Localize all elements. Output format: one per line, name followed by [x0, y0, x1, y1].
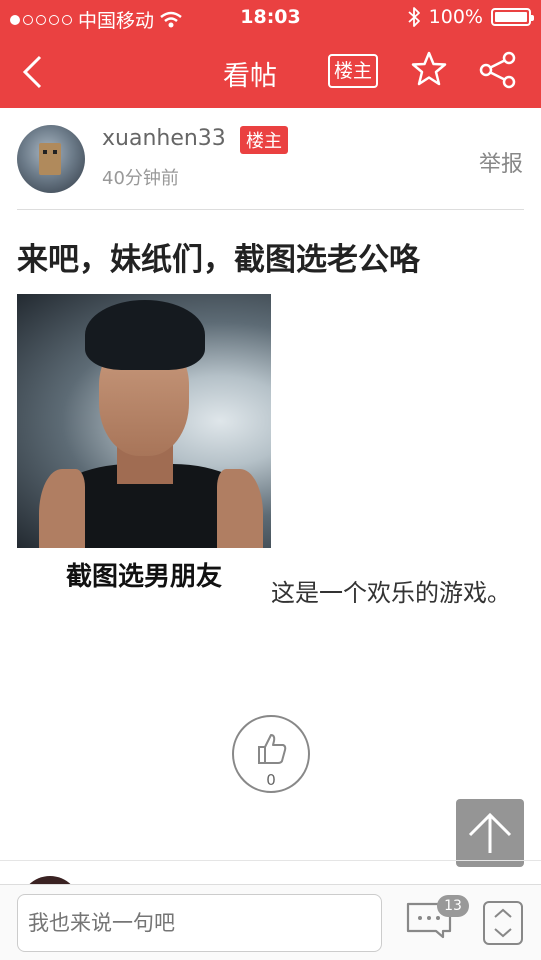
- arrow-up-icon: [468, 812, 512, 853]
- up-down-icon: [494, 908, 512, 938]
- louzhu-filter-button[interactable]: 楼主: [328, 54, 378, 88]
- battery-icon: [491, 8, 534, 26]
- louzhu-badge: 楼主: [240, 126, 288, 154]
- divider: [0, 860, 541, 861]
- status-right: 100%: [407, 6, 534, 28]
- share-icon[interactable]: [478, 50, 518, 90]
- author-username[interactable]: xuanhen33: [102, 126, 226, 151]
- thumbs-up-icon: [258, 734, 287, 764]
- page-nav-button[interactable]: [483, 901, 523, 945]
- author-row: xuanhen33 楼主 40分钟前 举报: [0, 108, 541, 210]
- comment-input[interactable]: [17, 894, 382, 952]
- battery-label: 100%: [428, 6, 483, 28]
- report-button[interactable]: 举报: [479, 146, 523, 178]
- star-icon[interactable]: [410, 50, 448, 88]
- scroll-top-button[interactable]: [456, 799, 524, 867]
- nav-bar: 看帖 楼主: [0, 36, 541, 108]
- post-body-text: 这是一个欢乐的游戏。: [271, 579, 511, 607]
- like-count: 0: [266, 771, 276, 789]
- post-image[interactable]: [17, 294, 271, 548]
- like-button[interactable]: 0: [232, 715, 310, 793]
- bluetooth-icon: [408, 7, 420, 27]
- divider: [17, 209, 524, 210]
- post-time: 40分钟前: [102, 168, 179, 189]
- avatar[interactable]: [17, 125, 85, 193]
- bottom-bar: 13: [0, 884, 541, 960]
- comment-count-badge: 13: [437, 895, 469, 917]
- top-bar: 中国移动 18:03 100% 看帖 楼主: [0, 0, 541, 108]
- status-bar: 中国移动 18:03 100%: [0, 0, 541, 36]
- post-title: 来吧，妹纸们，截图选老公咯: [17, 242, 420, 278]
